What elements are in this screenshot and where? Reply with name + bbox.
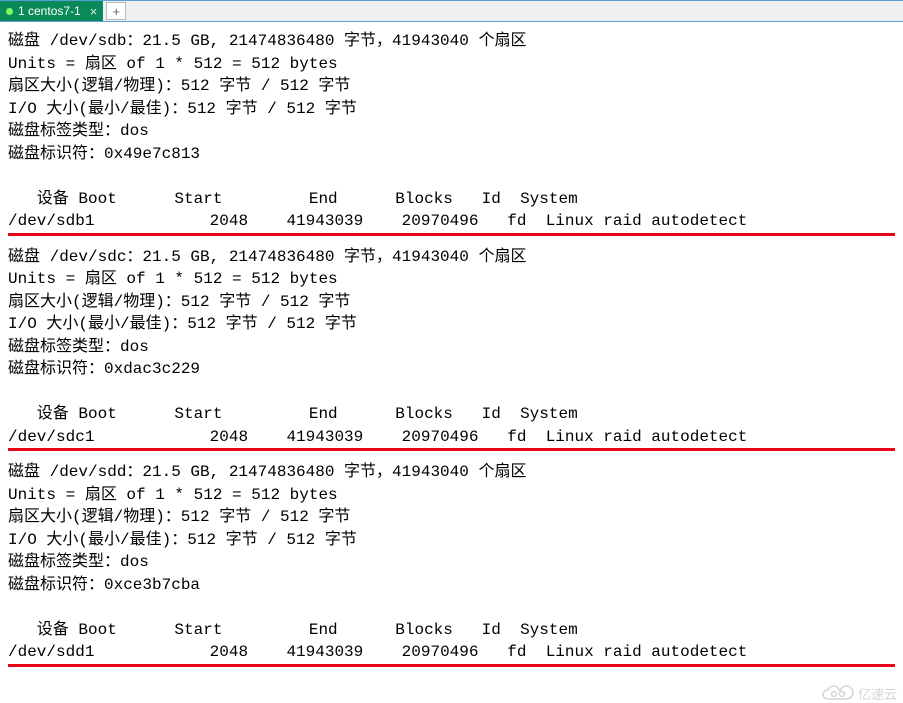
partition-header: 设备 Boot Start End Blocks Id System: [8, 619, 895, 642]
add-tab-button[interactable]: +: [106, 2, 126, 20]
highlight-underline: [8, 664, 895, 667]
sector-size-line: 扇区大小(逻辑/物理)：512 字节 / 512 字节: [8, 508, 350, 526]
disk-line: 磁盘 /dev/sdb：21.5 GB, 21474836480 字节，4194…: [8, 32, 526, 50]
identifier-line: 磁盘标识符：0xce3b7cba: [8, 576, 200, 594]
units-line: Units = 扇区 of 1 * 512 = 512 bytes: [8, 270, 338, 288]
label-type-line: 磁盘标签类型：dos: [8, 338, 149, 356]
status-dot-icon: [6, 8, 13, 15]
partition-header: 设备 Boot Start End Blocks Id System: [8, 403, 895, 426]
disk-line: 磁盘 /dev/sdc：21.5 GB, 21474836480 字节，4194…: [8, 248, 526, 266]
disk-info-sdc: 磁盘 /dev/sdc：21.5 GB, 21474836480 字节，4194…: [8, 246, 895, 449]
watermark-text: 亿速云: [858, 684, 897, 703]
watermark: 亿速云: [820, 684, 897, 703]
disk-info-sdb: 磁盘 /dev/sdb：21.5 GB, 21474836480 字节，4194…: [8, 30, 895, 233]
terminal-output[interactable]: 磁盘 /dev/sdb：21.5 GB, 21474836480 字节，4194…: [0, 22, 903, 233]
partition-header: 设备 Boot Start End Blocks Id System: [8, 188, 895, 211]
partition-row: /dev/sdc1 2048 41943039 20970496 fd Linu…: [8, 426, 895, 449]
highlight-underline: [8, 233, 895, 236]
cloud-icon: [820, 685, 854, 703]
terminal-output[interactable]: 磁盘 /dev/sdd：21.5 GB, 21474836480 字节，4194…: [0, 453, 903, 664]
identifier-line: 磁盘标识符：0x49e7c813: [8, 145, 200, 163]
highlight-underline: [8, 448, 895, 451]
tab-centos7-1[interactable]: 1 centos7-1 ×: [0, 1, 103, 21]
sector-size-line: 扇区大小(逻辑/物理)：512 字节 / 512 字节: [8, 293, 350, 311]
terminal-output[interactable]: 磁盘 /dev/sdc：21.5 GB, 21474836480 字节，4194…: [0, 238, 903, 449]
units-line: Units = 扇区 of 1 * 512 = 512 bytes: [8, 486, 338, 504]
io-size-line: I/O 大小(最小/最佳)：512 字节 / 512 字节: [8, 315, 357, 333]
disk-line: 磁盘 /dev/sdd：21.5 GB, 21474836480 字节，4194…: [8, 463, 526, 481]
io-size-line: I/O 大小(最小/最佳)：512 字节 / 512 字节: [8, 100, 357, 118]
label-type-line: 磁盘标签类型：dos: [8, 553, 149, 571]
partition-row: /dev/sdd1 2048 41943039 20970496 fd Linu…: [8, 641, 895, 664]
label-type-line: 磁盘标签类型：dos: [8, 122, 149, 140]
sector-size-line: 扇区大小(逻辑/物理)：512 字节 / 512 字节: [8, 77, 350, 95]
close-icon[interactable]: ×: [86, 5, 98, 18]
partition-row: /dev/sdb1 2048 41943039 20970496 fd Linu…: [8, 210, 895, 233]
plus-icon: +: [113, 4, 121, 19]
disk-info-sdd: 磁盘 /dev/sdd：21.5 GB, 21474836480 字节，4194…: [8, 461, 895, 664]
io-size-line: I/O 大小(最小/最佳)：512 字节 / 512 字节: [8, 531, 357, 549]
tab-bar: 1 centos7-1 × +: [0, 0, 903, 22]
identifier-line: 磁盘标识符：0xdac3c229: [8, 360, 200, 378]
tab-label: 1 centos7-1: [18, 4, 81, 18]
units-line: Units = 扇区 of 1 * 512 = 512 bytes: [8, 55, 338, 73]
